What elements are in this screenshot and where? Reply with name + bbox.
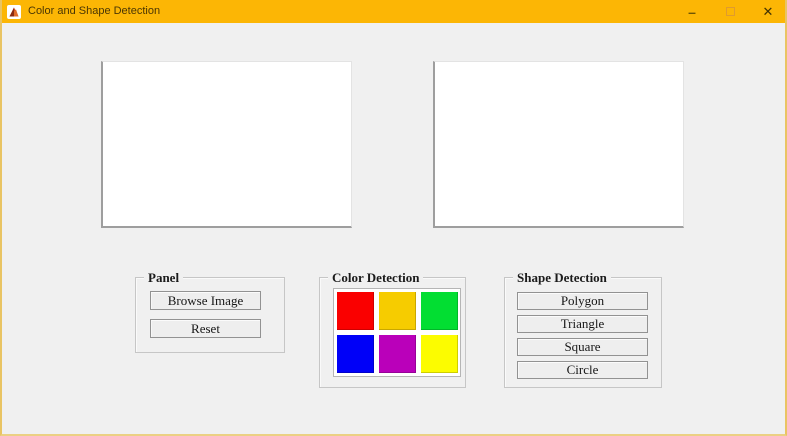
- reset-button[interactable]: Reset: [150, 319, 261, 338]
- maximize-icon: [726, 7, 735, 16]
- color-swatch-green[interactable]: [421, 292, 458, 330]
- polygon-button[interactable]: Polygon: [517, 292, 648, 310]
- color-swatch-yellow[interactable]: [421, 335, 458, 373]
- color-swatch-gold[interactable]: [379, 292, 416, 330]
- shape-buttons: Polygon Triangle Square Circle: [517, 292, 648, 379]
- minimize-button[interactable]: –: [673, 0, 711, 23]
- color-swatch-red[interactable]: [337, 292, 374, 330]
- circle-button[interactable]: Circle: [517, 361, 648, 379]
- close-button[interactable]: ✕: [749, 0, 787, 23]
- window-controls: – ✕: [673, 0, 787, 23]
- color-swatch-purple[interactable]: [379, 335, 416, 373]
- panel-group: Panel Browse Image Reset: [135, 277, 285, 353]
- shape-detection-group: Shape Detection Polygon Triangle Square …: [504, 277, 662, 388]
- app-window: Color and Shape Detection – ✕ Panel Brow…: [0, 0, 787, 436]
- minimize-icon: –: [688, 7, 696, 17]
- window-title: Color and Shape Detection: [28, 0, 160, 23]
- color-swatch-grid: [333, 288, 461, 377]
- close-icon: ✕: [763, 4, 774, 20]
- shape-detection-group-title: Shape Detection: [513, 270, 611, 285]
- square-button[interactable]: Square: [517, 338, 648, 356]
- browse-image-button[interactable]: Browse Image: [150, 291, 261, 310]
- panel-group-title: Panel: [144, 270, 183, 285]
- color-detection-group-title: Color Detection: [328, 270, 423, 285]
- triangle-button[interactable]: Triangle: [517, 315, 648, 333]
- color-detection-group: Color Detection: [319, 277, 466, 388]
- input-image-axes: [101, 61, 352, 228]
- titlebar[interactable]: Color and Shape Detection – ✕: [0, 0, 787, 23]
- matlab-app-icon: [7, 5, 21, 19]
- maximize-button[interactable]: [711, 0, 749, 23]
- output-image-axes: [433, 61, 684, 228]
- color-swatch-blue[interactable]: [337, 335, 374, 373]
